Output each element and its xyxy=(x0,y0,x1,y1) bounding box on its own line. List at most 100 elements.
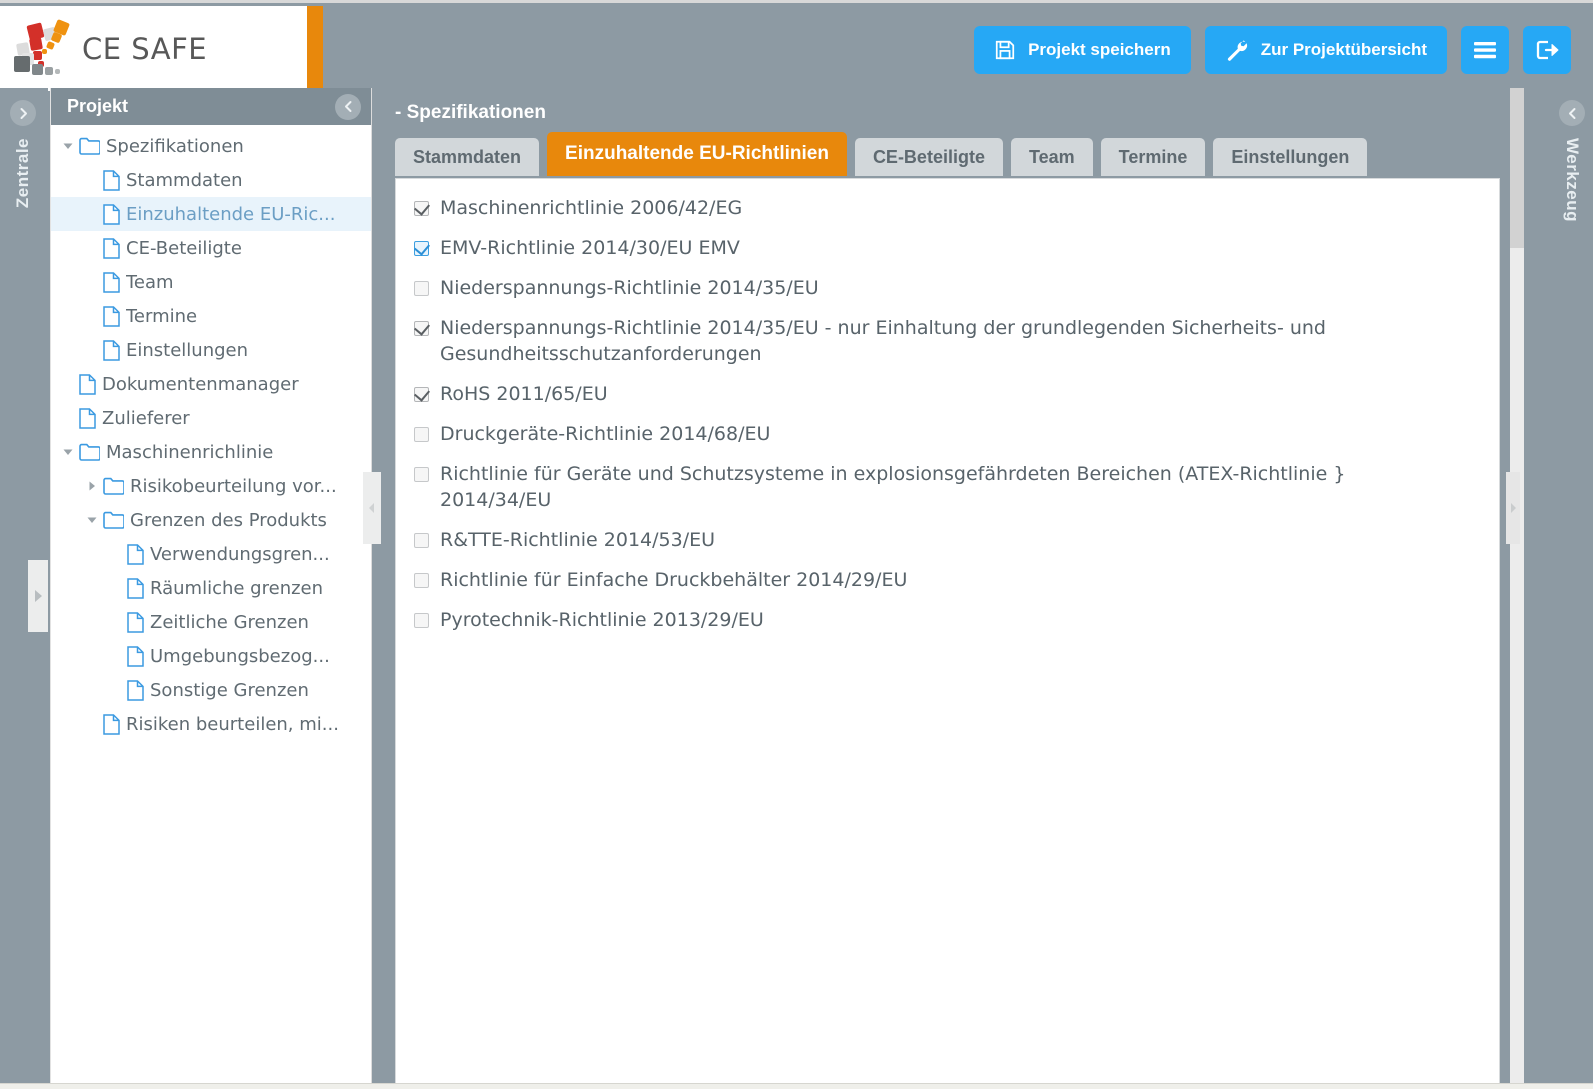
directive-label: EMV-Richtlinie 2014/30/EU EMV xyxy=(440,237,740,259)
tab-termine[interactable]: Termine xyxy=(1100,138,1206,176)
directive-row[interactable]: EMV-Richtlinie 2014/30/EU EMV xyxy=(413,235,1481,261)
project-overview-button[interactable]: Zur Projektübersicht xyxy=(1204,26,1447,74)
directive-label: Niederspannungs-Richtlinie 2014/35/EU xyxy=(440,277,819,299)
tree-item-sonstige-grenzen[interactable]: Sonstige Grenzen xyxy=(51,673,371,707)
tree-item-risiken-beurteilen-mi[interactable]: Risiken beurteilen, mi... xyxy=(51,707,371,741)
tree-item-ce-beteiligte[interactable]: CE-Beteiligte xyxy=(51,231,371,265)
file-icon xyxy=(127,679,144,701)
right-rail-inner: Werkzeug xyxy=(1559,100,1585,222)
tab-ce-beteiligte[interactable]: CE-Beteiligte xyxy=(854,138,1003,176)
checkbox-checked-icon[interactable] xyxy=(413,239,431,256)
tree-item-dokumentenmanager[interactable]: Dokumentenmanager xyxy=(51,367,371,401)
ce-safe-logo-icon xyxy=(12,18,74,78)
tree-item-r-umliche-grenzen[interactable]: Räumliche grenzen xyxy=(51,571,371,605)
tree-item-umgebungsbezog[interactable]: Umgebungsbezog... xyxy=(51,639,371,673)
checkbox-unchecked-icon[interactable] xyxy=(414,281,429,296)
project-tree: Spezifikationen Stammdaten Einzuhaltende E… xyxy=(51,125,371,741)
chevron-down-icon[interactable] xyxy=(57,140,79,152)
app-window: CE SAFE Projekt speichern Zur Projektübe… xyxy=(0,0,1593,1089)
zentrale-expand-button[interactable] xyxy=(10,100,36,126)
checkbox-unchecked-icon[interactable] xyxy=(414,573,429,588)
folder-icon xyxy=(79,137,100,155)
top-bar-actions: Projekt speichern Zur Projektübersicht xyxy=(974,26,1571,74)
tree-item-einstellungen[interactable]: Einstellungen xyxy=(51,333,371,367)
directive-row[interactable]: Maschinenrichtlinie 2006/42/EG xyxy=(413,195,1481,221)
directive-row[interactable]: R&TTE-Richtlinie 2014/53/EU xyxy=(414,527,1481,553)
left-rail: Zentrale xyxy=(0,88,48,1089)
tree-item-zulieferer[interactable]: Zulieferer xyxy=(51,401,371,435)
brand-name: CE SAFE xyxy=(82,31,208,66)
directive-row[interactable]: Niederspannungs-Richtlinie 2014/35/EU - … xyxy=(413,315,1481,367)
tab-stammdaten[interactable]: Stammdaten xyxy=(395,138,540,176)
directive-row[interactable]: Richtlinie für Geräte und Schutzsysteme … xyxy=(414,461,1481,513)
tree-item-stammdaten[interactable]: Stammdaten xyxy=(51,163,371,197)
directive-label: Niederspannungs-Richtlinie 2014/35/EU - … xyxy=(440,317,1326,365)
chevron-right-circle-icon xyxy=(17,107,30,120)
checkbox-unchecked-icon[interactable] xyxy=(414,613,429,628)
file-icon xyxy=(103,713,120,735)
tree-item-label: Dokumentenmanager xyxy=(102,373,299,395)
breadcrumb: - Spezifikationen xyxy=(395,102,546,123)
tree-item-team[interactable]: Team xyxy=(51,265,371,299)
left-rail-grip[interactable] xyxy=(28,560,48,632)
tree-item-label: CE-Beteiligte xyxy=(126,237,242,259)
tree-item-risikobeurteilung-vor[interactable]: Risikobeurteilung vor... xyxy=(51,469,371,503)
werkzeug-expand-button[interactable] xyxy=(1559,100,1585,126)
tree-item-verwendungsgren[interactable]: Verwendungsgren... xyxy=(51,537,371,571)
directive-label: Richtlinie für Einfache Druckbehälter 20… xyxy=(440,569,908,591)
directive-label: Pyrotechnik-Richtlinie 2013/29/EU xyxy=(440,609,764,631)
tree-item-spezifikationen[interactable]: Spezifikationen xyxy=(51,129,371,163)
tree-item-label: Zulieferer xyxy=(102,407,190,429)
file-icon xyxy=(103,203,120,225)
file-icon xyxy=(103,169,120,191)
main-scrollbar-thumb[interactable] xyxy=(1510,88,1524,248)
main-scrollbar[interactable] xyxy=(1510,88,1524,1089)
hamburger-menu-icon xyxy=(1472,40,1498,60)
tree-item-label: Grenzen des Produkts xyxy=(130,509,327,531)
file-icon xyxy=(103,271,120,293)
folder-icon xyxy=(103,477,124,495)
tree-item-termine[interactable]: Termine xyxy=(51,299,371,333)
checkbox-checked-icon[interactable] xyxy=(413,385,431,402)
tree-item-label: Maschinenrichlinie xyxy=(106,441,274,463)
folder-icon xyxy=(103,511,124,529)
tree-item-label: Sonstige Grenzen xyxy=(150,679,309,701)
save-project-button[interactable]: Projekt speichern xyxy=(974,26,1191,74)
checkbox-checked-icon[interactable] xyxy=(413,319,431,336)
check-mark-icon xyxy=(413,385,431,402)
tree-item-maschinenrichlinie[interactable]: Maschinenrichlinie xyxy=(51,435,371,469)
right-rail-grip[interactable] xyxy=(1506,472,1520,544)
directive-row[interactable]: Pyrotechnik-Richtlinie 2013/29/EU xyxy=(414,607,1481,633)
sidebar-resize-grip[interactable] xyxy=(363,472,381,544)
sidebar-collapse-button[interactable] xyxy=(335,93,361,120)
directive-label: Maschinenrichtlinie 2006/42/EG xyxy=(440,197,743,219)
directive-row[interactable]: Druckgeräte-Richtlinie 2014/68/EU xyxy=(414,421,1481,447)
save-project-label: Projekt speichern xyxy=(1028,40,1171,59)
directive-row[interactable]: Niederspannungs-Richtlinie 2014/35/EU xyxy=(414,275,1481,301)
tab-einzuhaltende-eu-richtlinien[interactable]: Einzuhaltende EU-Richtlinien xyxy=(547,132,847,176)
chevron-down-icon[interactable] xyxy=(81,514,103,526)
directive-label: Druckgeräte-Richtlinie 2014/68/EU xyxy=(440,423,771,445)
brand-logo[interactable]: CE SAFE xyxy=(0,6,307,91)
tree-item-grenzen-des-produkts[interactable]: Grenzen des Produkts xyxy=(51,503,371,537)
window-bottom-strip xyxy=(0,1083,1593,1089)
tree-item-einzuhaltende-eu-ric[interactable]: Einzuhaltende EU-Ric... xyxy=(51,197,371,231)
chevron-right-icon[interactable] xyxy=(81,480,103,492)
directive-row[interactable]: Richtlinie für Einfache Druckbehälter 20… xyxy=(414,567,1481,593)
directive-row[interactable]: RoHS 2011/65/EU xyxy=(413,381,1481,407)
tree-item-zeitliche-grenzen[interactable]: Zeitliche Grenzen xyxy=(51,605,371,639)
logout-button[interactable] xyxy=(1523,26,1571,74)
tab-team[interactable]: Team xyxy=(1010,138,1093,176)
tab-einstellungen[interactable]: Einstellungen xyxy=(1213,138,1368,176)
tree-item-label: Einzuhaltende EU-Ric... xyxy=(126,203,336,225)
checkbox-checked-icon[interactable] xyxy=(413,199,431,216)
checkbox-unchecked-icon[interactable] xyxy=(414,427,429,442)
checkbox-unchecked-icon[interactable] xyxy=(414,467,429,482)
tree-item-label: Räumliche grenzen xyxy=(150,577,324,599)
tab-bar: Stammdaten Einzuhaltende EU-Richtlinien CE… xyxy=(381,124,1510,176)
checkbox-unchecked-icon[interactable] xyxy=(414,533,429,548)
chevron-down-icon[interactable] xyxy=(57,446,79,458)
tree-item-label: Umgebungsbezog... xyxy=(150,645,330,667)
menu-button[interactable] xyxy=(1461,26,1509,74)
left-rail-inner: Zentrale xyxy=(10,100,36,208)
